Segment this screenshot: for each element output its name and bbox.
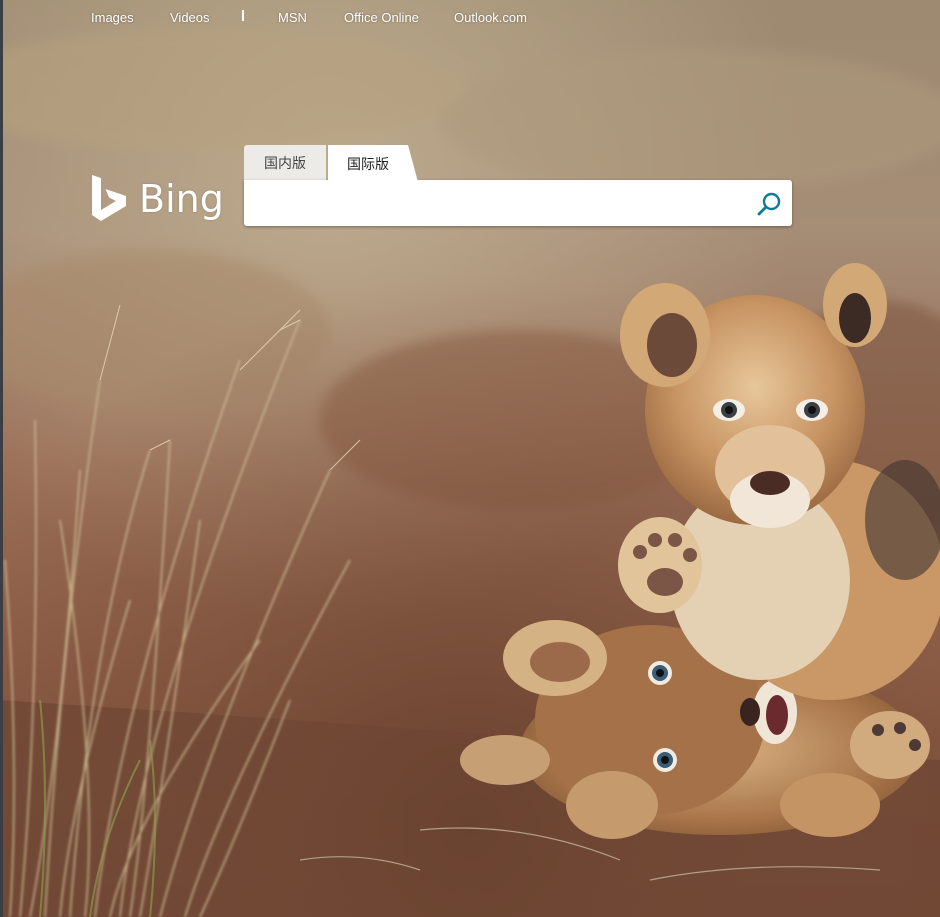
- nav-separator: [242, 10, 244, 21]
- tab-domestic[interactable]: 国内版: [244, 145, 326, 181]
- background-image: [0, 0, 940, 917]
- bing-logo[interactable]: Bing: [91, 172, 224, 226]
- bing-b-icon: [92, 175, 126, 221]
- search-box: [244, 180, 792, 226]
- homepage: Images Videos MSN Office Online Outlook.…: [0, 0, 940, 917]
- nav-images-link[interactable]: Images: [91, 10, 134, 25]
- tab-international[interactable]: 国际版: [328, 145, 418, 182]
- nav-videos-link[interactable]: Videos: [170, 10, 210, 25]
- search-icon: [757, 192, 781, 216]
- search-button[interactable]: [754, 189, 784, 219]
- search-input[interactable]: [254, 188, 748, 220]
- nav-office-online-link[interactable]: Office Online: [344, 10, 419, 25]
- window-left-edge: [0, 0, 3, 917]
- nav-msn-link[interactable]: MSN: [278, 10, 307, 25]
- top-navigation: Images Videos MSN Office Online Outlook.…: [0, 0, 940, 34]
- bing-logo-text: Bing: [139, 177, 224, 221]
- nav-outlook-link[interactable]: Outlook.com: [454, 10, 527, 25]
